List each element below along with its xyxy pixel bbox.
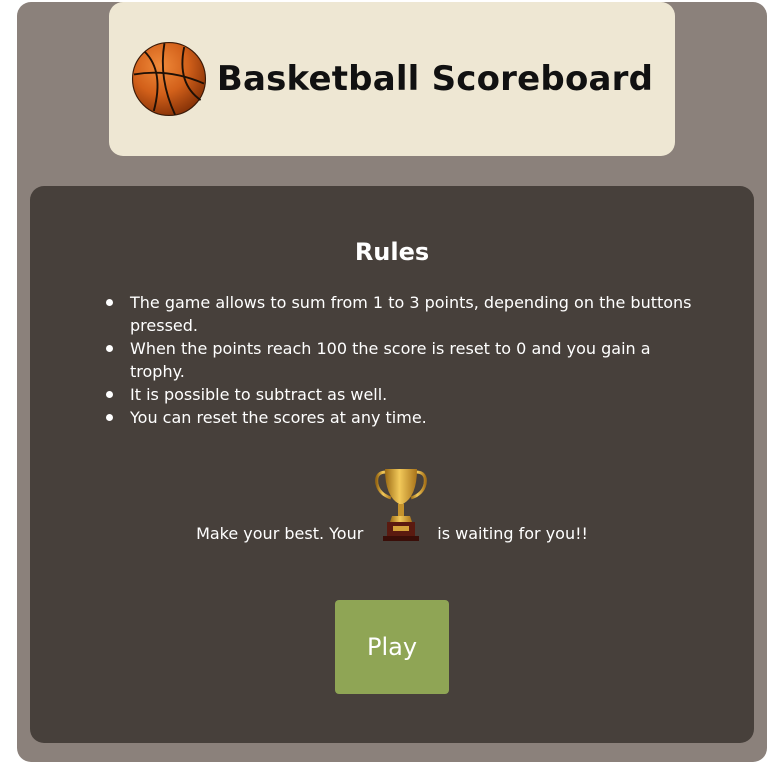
play-button[interactable]: Play [335,600,449,694]
rule-item: It is possible to subtract as well. [106,383,698,406]
trophy-icon [375,469,428,541]
motivation-text-before: Make your best. Your [196,524,364,543]
page-title: Basketball Scoreboard [216,59,654,99]
rule-item: The game allows to sum from 1 to 3 point… [106,291,698,337]
rule-item: You can reset the scores at any time. [106,406,698,429]
bullet-icon [106,391,113,398]
motivation-line: Make your best. Your is waiting for you!… [30,466,754,544]
bullet-icon [106,345,113,352]
basketball-icon [131,41,206,117]
scoreboard-frame: Basketball Scoreboard Rules The game all… [17,2,767,762]
rule-text: When the points reach 100 the score is r… [130,339,651,381]
rule-text: It is possible to subtract as well. [130,385,388,404]
rule-text: You can reset the scores at any time. [130,408,427,427]
bullet-icon [106,414,113,421]
motivation-text-after: is waiting for you!! [437,524,588,543]
bullet-icon [106,299,113,306]
rule-text: The game allows to sum from 1 to 3 point… [130,293,692,335]
rule-item: When the points reach 100 the score is r… [106,337,698,383]
rules-list: The game allows to sum from 1 to 3 point… [106,291,698,429]
rules-heading: Rules [354,238,430,266]
header: Basketball Scoreboard [109,2,675,156]
rules-panel: Rules The game allows to sum from 1 to 3… [30,186,754,743]
